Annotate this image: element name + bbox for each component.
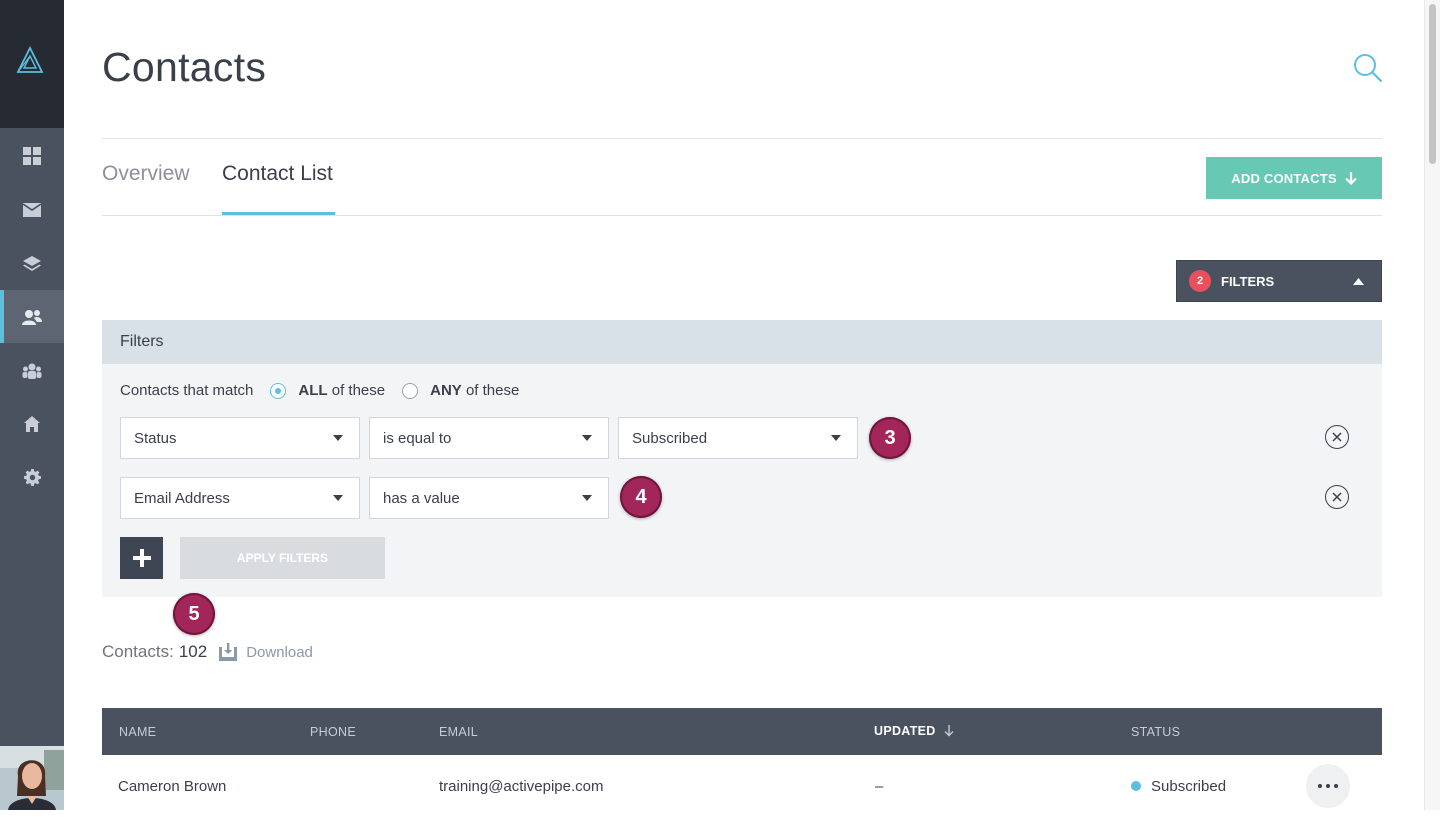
- match-any-rest: of these: [461, 382, 520, 399]
- filter-field-select[interactable]: Email Address: [120, 477, 360, 519]
- dropdown-arrow-icon: [582, 435, 592, 441]
- more-horizontal-icon: [1318, 784, 1338, 788]
- sidebar-item-dashboard[interactable]: [0, 129, 64, 182]
- row-actions-button[interactable]: [1306, 764, 1350, 808]
- cell-updated: –: [875, 778, 884, 795]
- sidebar-item-settings[interactable]: [0, 451, 64, 504]
- filter-operator-value: has a value: [383, 489, 460, 507]
- dropdown-arrow-icon: [333, 495, 343, 501]
- cell-status: Subscribed: [1131, 778, 1226, 795]
- home-icon: [24, 415, 40, 432]
- dashboard-icon: [23, 146, 41, 165]
- filter-operator-value: is equal to: [383, 429, 452, 447]
- dropdown-arrow-icon: [831, 435, 841, 441]
- tabs-divider: [102, 215, 1382, 216]
- settings-icon: [23, 469, 41, 486]
- match-mode-row: Contacts that match ALL of these ANY of …: [120, 382, 519, 399]
- filter-count-badge: 2: [1189, 270, 1211, 292]
- sidebar-item-contacts[interactable]: [0, 290, 64, 343]
- filter-field-value: Email Address: [134, 489, 230, 507]
- table-row[interactable]: Cameron Brown training@activepipe.com – …: [102, 755, 1382, 817]
- match-any-label[interactable]: ANY of these: [430, 382, 519, 399]
- sidebar: [0, 0, 64, 810]
- column-header-name[interactable]: NAME: [119, 725, 156, 739]
- groups-icon: [22, 363, 42, 379]
- caret-up-icon: [1353, 278, 1364, 285]
- add-contacts-button[interactable]: ADD CONTACTS: [1206, 157, 1382, 199]
- step-marker: 5: [173, 593, 215, 635]
- dropdown-arrow-icon: [333, 435, 343, 441]
- contacts-count-label: Contacts:: [102, 642, 174, 661]
- column-header-updated[interactable]: UPDATED: [874, 724, 954, 738]
- contacts-count-value: 102: [178, 642, 208, 661]
- cell-name[interactable]: Cameron Brown: [118, 778, 226, 795]
- column-header-email[interactable]: EMAIL: [439, 725, 478, 739]
- filter-field-select[interactable]: Status: [120, 417, 360, 459]
- mail-icon: [23, 202, 41, 217]
- filter-value-value: Subscribed: [632, 429, 708, 447]
- search-button[interactable]: [1353, 53, 1383, 88]
- contacts-summary: Contacts: 102 Download: [102, 642, 313, 662]
- match-all-radio[interactable]: [270, 382, 287, 399]
- download-icon: [219, 643, 238, 661]
- tab-contact-list[interactable]: Contact List: [222, 162, 333, 186]
- add-filter-button[interactable]: [120, 537, 163, 579]
- table-header: NAME PHONE EMAIL UPDATED STATUS: [102, 708, 1382, 755]
- download-label: Download: [246, 643, 313, 661]
- avatar[interactable]: [0, 746, 64, 810]
- filter-field-value: Status: [134, 429, 177, 447]
- match-prefix-label: Contacts that match: [120, 382, 254, 399]
- page-title: Contacts: [102, 44, 267, 90]
- close-icon: [1332, 492, 1342, 502]
- search-icon: [1354, 54, 1383, 83]
- filter-operator-select[interactable]: is equal to: [369, 417, 609, 459]
- download-link[interactable]: Download: [219, 643, 313, 661]
- step-marker: 4: [620, 476, 662, 518]
- layers-icon: [23, 255, 41, 271]
- sidebar-item-groups[interactable]: [0, 344, 64, 397]
- dropdown-arrow-icon: [582, 495, 592, 501]
- filters-toggle-button[interactable]: 2 FILTERS: [1176, 260, 1382, 302]
- filter-operator-select[interactable]: has a value: [369, 477, 609, 519]
- step-marker: 3: [869, 417, 911, 459]
- column-header-phone[interactable]: PHONE: [310, 725, 356, 739]
- scrollbar-thumb[interactable]: [1429, 4, 1436, 164]
- logo-area[interactable]: [0, 0, 64, 128]
- match-all-rest: of these: [327, 382, 386, 399]
- plus-icon: [132, 549, 151, 567]
- sidebar-item-mail[interactable]: [0, 183, 64, 236]
- contacts-icon: [22, 309, 42, 325]
- filters-toggle-label: FILTERS: [1221, 273, 1275, 289]
- match-all-label[interactable]: ALL of these: [298, 382, 385, 399]
- match-any-bold: ANY: [430, 382, 462, 399]
- cell-email: training@activepipe.com: [439, 778, 604, 795]
- filter-panel: Filters Contacts that match ALL of these…: [102, 320, 1382, 597]
- status-label: Subscribed: [1151, 778, 1227, 795]
- add-contacts-label: ADD CONTACTS: [1231, 170, 1337, 186]
- apply-filters-button[interactable]: APPLY FILTERS: [180, 537, 385, 579]
- match-all-bold: ALL: [298, 382, 328, 399]
- sort-down-icon: [944, 725, 954, 737]
- user-avatar-photo: [0, 746, 64, 810]
- sidebar-item-home[interactable]: [0, 397, 64, 450]
- remove-filter-button[interactable]: [1325, 425, 1349, 449]
- tab-overview[interactable]: Overview: [102, 162, 190, 186]
- match-any-radio[interactable]: [402, 382, 419, 399]
- sidebar-item-layers[interactable]: [0, 237, 64, 290]
- column-header-updated-label: UPDATED: [874, 724, 936, 738]
- filter-value-select[interactable]: Subscribed: [618, 417, 858, 459]
- close-icon: [1332, 432, 1342, 442]
- header-divider: [102, 138, 1382, 139]
- status-dot: [1131, 781, 1141, 792]
- arrow-down-icon: [1344, 171, 1357, 185]
- filter-panel-title: Filters: [102, 320, 1382, 364]
- page-scrollbar[interactable]: [1424, 0, 1440, 810]
- remove-filter-button[interactable]: [1325, 485, 1349, 509]
- triangle-logo-icon: [16, 46, 44, 73]
- column-header-status[interactable]: STATUS: [1131, 725, 1180, 739]
